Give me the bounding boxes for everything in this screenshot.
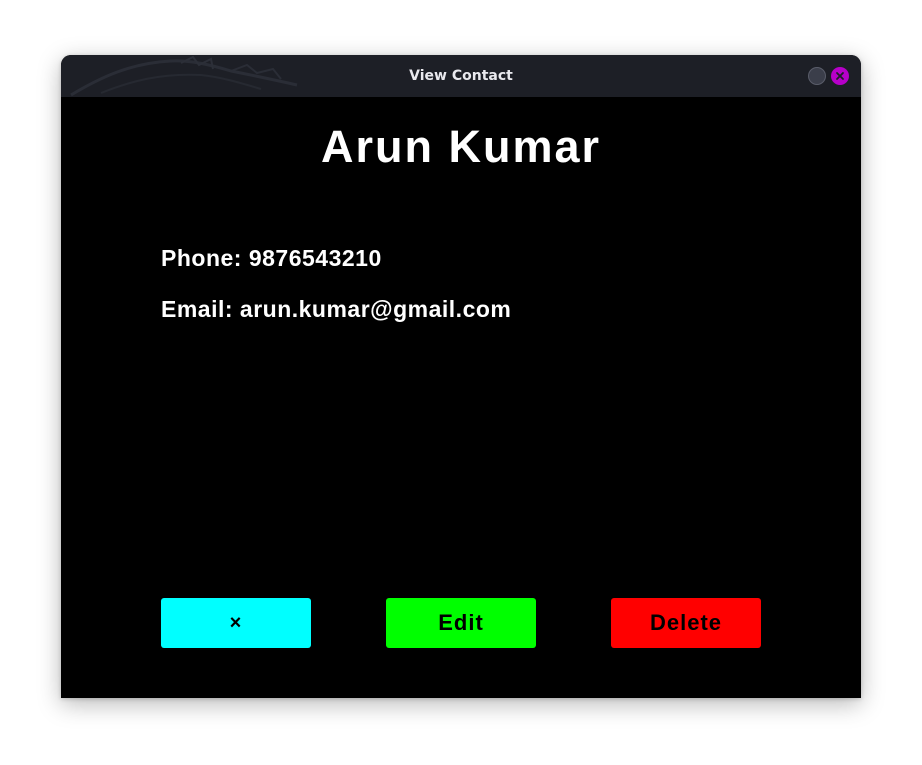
view-contact-window: View Contact Arun Kumar Phone: 987654321… [61, 55, 861, 698]
contact-email: Email: arun.kumar@gmail.com [161, 296, 512, 322]
edit-button[interactable]: Edit [386, 598, 536, 648]
delete-button[interactable]: Delete [611, 598, 761, 648]
contact-view-content: Arun Kumar Phone: 9876543210 Email: arun… [61, 97, 861, 698]
window-title: View Contact [409, 68, 513, 84]
minimize-button[interactable] [808, 67, 826, 85]
close-button[interactable]: × [161, 598, 311, 648]
window-close-button[interactable] [831, 67, 849, 85]
close-icon [836, 72, 844, 80]
contact-name-heading: Arun Kumar [320, 121, 602, 172]
titlebar[interactable]: View Contact [61, 55, 861, 97]
contact-phone: Phone: 9876543210 [161, 245, 382, 271]
